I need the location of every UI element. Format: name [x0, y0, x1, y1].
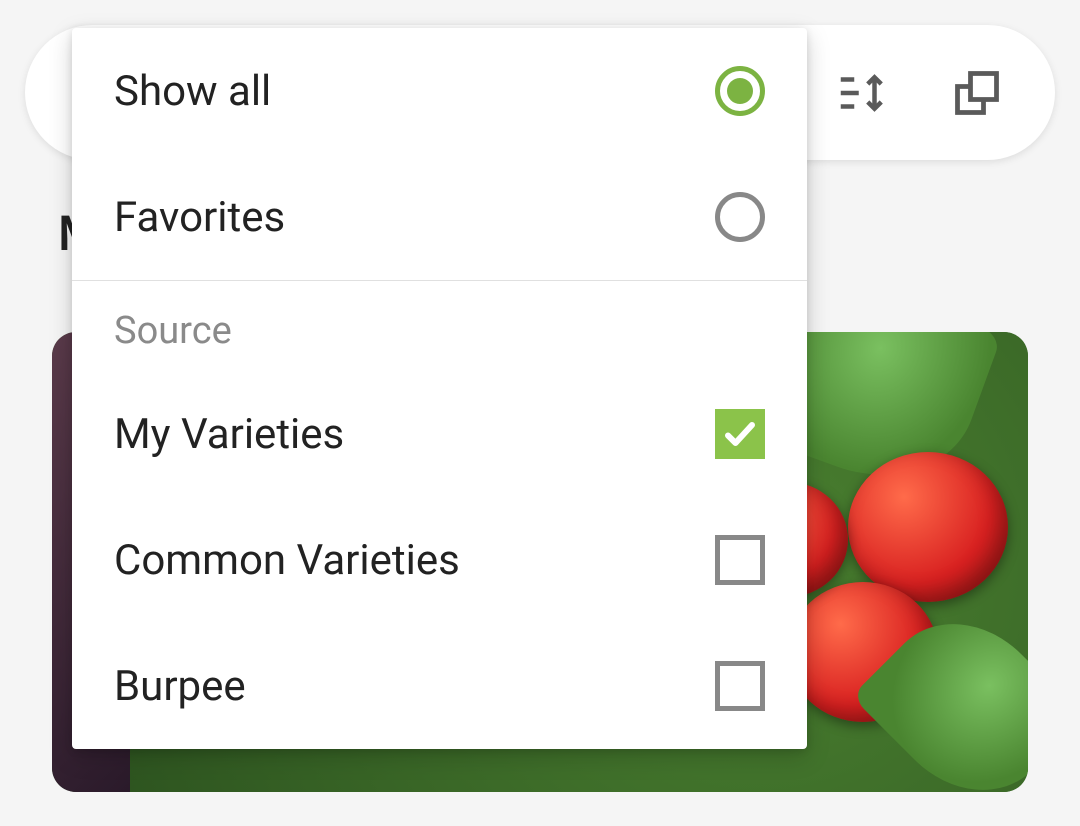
expand-icon[interactable]	[949, 65, 1005, 121]
radio-icon	[715, 66, 765, 116]
checkbox-icon	[715, 661, 765, 711]
radio-icon	[715, 192, 765, 242]
filter-radio-label: Show all	[114, 67, 271, 116]
filter-checkbox-my-varieties[interactable]: My Varieties	[72, 371, 807, 497]
filter-checkbox-label: My Varieties	[114, 410, 344, 459]
sort-icon[interactable]	[833, 65, 889, 121]
checkbox-icon	[715, 535, 765, 585]
filter-checkbox-label: Burpee	[114, 662, 246, 711]
checkbox-icon	[715, 409, 765, 459]
filter-panel: Show all Favorites Source My Varieties C…	[72, 28, 807, 749]
filter-checkbox-burpee[interactable]: Burpee	[72, 623, 807, 749]
filter-checkbox-label: Common Varieties	[114, 536, 460, 585]
filter-checkbox-common-varieties[interactable]: Common Varieties	[72, 497, 807, 623]
filter-radio-favorites[interactable]: Favorites	[72, 154, 807, 280]
filter-radio-show-all[interactable]: Show all	[72, 28, 807, 154]
filter-radio-label: Favorites	[114, 193, 285, 242]
source-heading: Source	[72, 281, 807, 371]
